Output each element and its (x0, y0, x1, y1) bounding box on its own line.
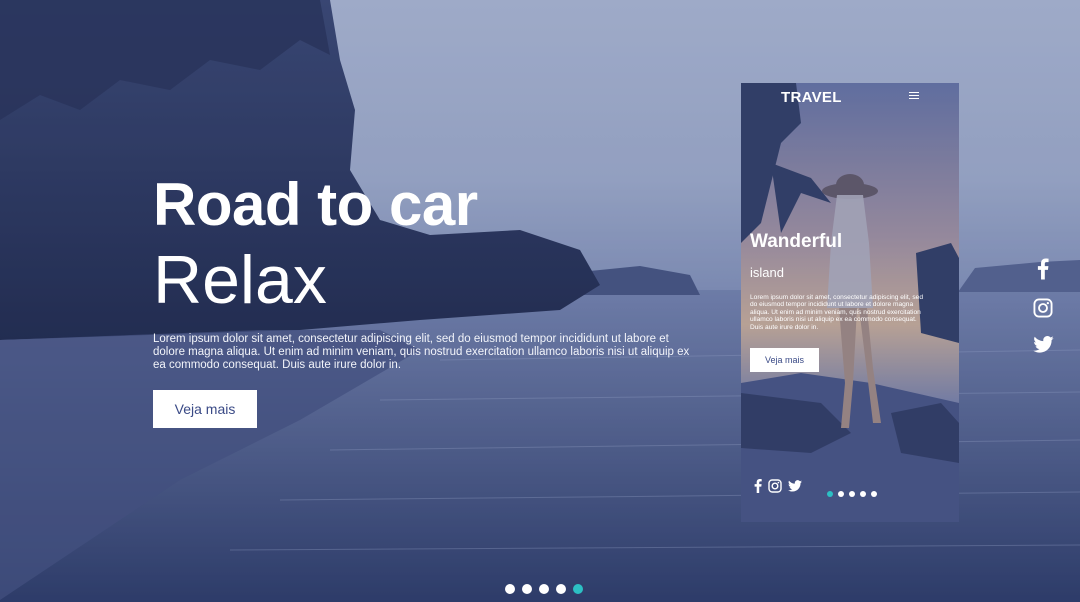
phone-mockup: TRAVEL Wanderful island Lorem ipsum dolo… (741, 83, 959, 522)
slider-dot[interactable] (539, 584, 549, 594)
slider-dot[interactable] (871, 491, 877, 497)
hamburger-icon[interactable] (909, 92, 919, 100)
slider-dot[interactable] (849, 491, 855, 497)
instagram-icon[interactable] (1033, 298, 1053, 318)
hero-subtitle: Relax (153, 242, 327, 318)
phone-slider-dots (827, 491, 877, 497)
slider-dot[interactable] (505, 584, 515, 594)
slider-dot[interactable] (573, 584, 583, 594)
social-links (1030, 258, 1056, 353)
phone-brand-logo[interactable]: TRAVEL (781, 89, 842, 106)
twitter-icon[interactable] (788, 480, 802, 492)
slider-dot[interactable] (827, 491, 833, 497)
twitter-icon[interactable] (1032, 336, 1054, 353)
phone-description: Lorem ipsum dolor sit amet, consectetur … (750, 294, 923, 331)
hero-cta-button[interactable]: Veja mais (153, 390, 257, 428)
hero-title: Road to car (153, 171, 478, 238)
phone-subtitle: island (750, 265, 784, 280)
slider-dot[interactable] (838, 491, 844, 497)
facebook-icon[interactable] (754, 479, 762, 493)
slider-dot[interactable] (522, 584, 532, 594)
instagram-icon[interactable] (768, 479, 782, 493)
hero-description: Lorem ipsum dolor sit amet, consectetur … (153, 333, 690, 371)
slider-dot[interactable] (860, 491, 866, 497)
slider-dots (505, 584, 583, 594)
phone-title: Wanderful (750, 231, 843, 252)
phone-cta-button[interactable]: Veja mais (750, 348, 819, 372)
phone-social-links (754, 479, 802, 493)
facebook-icon[interactable] (1037, 258, 1049, 280)
slider-dot[interactable] (556, 584, 566, 594)
